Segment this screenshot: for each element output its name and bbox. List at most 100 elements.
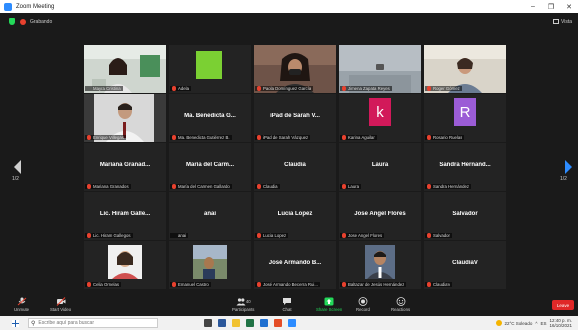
participant-tile[interactable]: Mayra Cristina bbox=[84, 45, 166, 93]
view-label: Vista bbox=[560, 18, 572, 25]
participant-name-label: Karina Aguilar bbox=[340, 135, 377, 140]
participant-display-name: iPad de Sarah V... bbox=[270, 113, 320, 119]
participant-tile[interactable]: Baltazar de Jesús Hernández bbox=[339, 241, 421, 289]
chat-bubble-icon bbox=[283, 298, 291, 305]
taskbar-apps bbox=[204, 319, 296, 327]
participant-tile[interactable]: R Rosario Ruelas bbox=[424, 94, 506, 142]
system-tray: 22°C Soleado ^ ES 12:40 p. m. 16/10/2021 bbox=[495, 318, 572, 328]
previous-page-indicator: 1/2 bbox=[12, 176, 19, 182]
participant-tile[interactable]: Mariana Granad... Mariana Granados bbox=[84, 143, 166, 191]
participant-tile[interactable]: iPad de Sarah V... iPad de Sarah Vázquez bbox=[254, 94, 336, 142]
participant-tile[interactable]: Lucia Lopez Lucia Lopez bbox=[254, 192, 336, 240]
participant-name-label: Lic. Hiram Gallegos bbox=[85, 233, 133, 238]
participant-tile[interactable]: Roger Gómez bbox=[424, 45, 506, 93]
reactions-button[interactable]: Reactions bbox=[391, 297, 410, 312]
participant-tile[interactable]: k Karina Aguilar bbox=[339, 94, 421, 142]
chat-button[interactable]: Chat bbox=[282, 297, 292, 312]
participant-name-label: Laura bbox=[340, 184, 361, 189]
participant-tile[interactable]: Laura Laura bbox=[339, 143, 421, 191]
record-button[interactable]: Record bbox=[356, 297, 370, 312]
participant-tile[interactable]: Ma. Benedicta G... Ma. Benedicta Gutiérr… bbox=[169, 94, 251, 142]
next-page-indicator: 1/2 bbox=[560, 176, 567, 182]
participant-tile[interactable]: Enrique Villegas bbox=[84, 94, 166, 142]
participant-display-name: Sandra Hernand... bbox=[439, 162, 491, 168]
share-screen-icon bbox=[324, 297, 334, 306]
edge-icon[interactable] bbox=[260, 319, 268, 327]
window-controls: – ❐ ✕ bbox=[524, 0, 578, 13]
participant-display-name: María del Carm... bbox=[185, 162, 235, 168]
participant-display-name: Lic. Hiram Galle... bbox=[99, 211, 151, 217]
task-view-icon[interactable] bbox=[204, 319, 212, 327]
microphone-muted-icon bbox=[17, 297, 26, 306]
gallery-view: Mayra Cristina Adela Paola Domínguez Gar… bbox=[84, 45, 506, 290]
weather-text: 22°C Soleado bbox=[504, 320, 533, 326]
record-icon bbox=[358, 297, 368, 306]
participant-tile[interactable]: José Armando B... José Armando Becerra R… bbox=[254, 241, 336, 289]
security-shield-icon[interactable] bbox=[9, 18, 15, 25]
participant-tile[interactable]: Lic. Hiram Galle... Lic. Hiram Gallegos bbox=[84, 192, 166, 240]
meeting-top-bar: Grabando Vista bbox=[0, 13, 578, 30]
participant-display-name: Jose Angel Flores bbox=[354, 211, 406, 217]
participant-name-label: Baltazar de Jesús Hernández bbox=[340, 282, 407, 287]
participant-name-label: Sandra Hernández bbox=[425, 184, 472, 189]
participant-tile[interactable]: Claudia Claudia bbox=[254, 143, 336, 191]
mic-muted-icon bbox=[172, 135, 176, 140]
participant-tile[interactable]: Jimena Zapata Reyes bbox=[339, 45, 421, 93]
next-page-arrow-icon[interactable] bbox=[565, 160, 572, 174]
mic-muted-icon bbox=[342, 135, 346, 140]
mic-on-icon bbox=[87, 86, 91, 91]
participant-tile[interactable]: ClaudiaV ClaudiaV bbox=[424, 241, 506, 289]
mic-muted-icon bbox=[427, 86, 431, 91]
system-clock[interactable]: 12:40 p. m. 16/10/2021 bbox=[549, 318, 572, 328]
participant-name-label: Jose Angel Flores bbox=[340, 233, 385, 238]
windows-taskbar: ⚲ 22°C Soleado ^ ES 12:40 p. m. 16/10/20… bbox=[0, 316, 578, 330]
file-explorer-icon[interactable] bbox=[232, 319, 240, 327]
share-screen-button[interactable]: Share Screen bbox=[316, 297, 342, 312]
profile-picture bbox=[196, 51, 222, 79]
participants-button[interactable]: 40 Participants bbox=[232, 297, 254, 312]
mic-on-icon bbox=[172, 233, 176, 238]
chrome-icon[interactable] bbox=[274, 319, 282, 327]
taskbar-search-input[interactable] bbox=[38, 320, 157, 326]
profile-avatar: k bbox=[369, 98, 391, 126]
mic-muted-icon bbox=[342, 233, 346, 238]
participant-name-label: Mariana Granados bbox=[85, 184, 131, 189]
mic-muted-icon bbox=[427, 282, 431, 287]
participant-tile[interactable]: Salvador Salvador bbox=[424, 192, 506, 240]
participant-tile[interactable]: Emanuel Castro bbox=[169, 241, 251, 289]
participant-tile[interactable]: Adela bbox=[169, 45, 251, 93]
participant-name-label: Ma. Benedicta Gutiérrez B. bbox=[170, 135, 232, 140]
word-icon[interactable] bbox=[218, 319, 226, 327]
zoom-taskbar-icon[interactable] bbox=[288, 319, 296, 327]
participant-tile[interactable]: Celia Ornelas bbox=[84, 241, 166, 289]
mic-muted-icon bbox=[172, 86, 176, 91]
mic-muted-icon bbox=[257, 135, 261, 140]
mic-muted-icon bbox=[87, 135, 91, 140]
mic-muted-icon bbox=[87, 282, 91, 287]
unmute-button[interactable]: Unmute bbox=[14, 297, 29, 312]
previous-page-arrow-icon[interactable] bbox=[14, 160, 21, 174]
leave-meeting-button[interactable]: Leave bbox=[552, 300, 574, 310]
windows-start-icon[interactable] bbox=[12, 319, 19, 327]
participant-display-name: Laura bbox=[371, 162, 389, 168]
meeting-controls-toolbar: Unmute Start Video 40 Participants Chat … bbox=[0, 296, 578, 316]
participant-tile[interactable]: anai anai bbox=[169, 192, 251, 240]
minimize-button[interactable]: – bbox=[524, 0, 542, 13]
participant-tile[interactable]: Sandra Hernand... Sandra Hernández bbox=[424, 143, 506, 191]
participant-tile[interactable]: María del Carm... María del Carmen Galla… bbox=[169, 143, 251, 191]
participant-name-label: Enrique Villegas bbox=[85, 135, 126, 140]
title-bar: Zoom Meeting – ❐ ✕ bbox=[0, 0, 578, 13]
participant-tile[interactable]: Paola Domínguez García bbox=[254, 45, 336, 93]
maximize-button[interactable]: ❐ bbox=[542, 0, 560, 13]
excel-icon[interactable] bbox=[246, 319, 254, 327]
participant-tile[interactable]: Jose Angel Flores Jose Angel Flores bbox=[339, 192, 421, 240]
mic-muted-icon bbox=[87, 233, 91, 238]
language-indicator[interactable]: ES bbox=[540, 321, 546, 326]
close-button[interactable]: ✕ bbox=[560, 0, 578, 13]
participant-name-label: Lucia Lopez bbox=[255, 233, 289, 238]
start-video-button[interactable]: Start Video bbox=[50, 297, 71, 312]
tray-chevron-icon[interactable]: ^ bbox=[535, 321, 537, 326]
view-button[interactable]: Vista bbox=[552, 18, 572, 25]
taskbar-search-box[interactable]: ⚲ bbox=[28, 318, 158, 328]
mic-muted-icon bbox=[342, 86, 346, 91]
